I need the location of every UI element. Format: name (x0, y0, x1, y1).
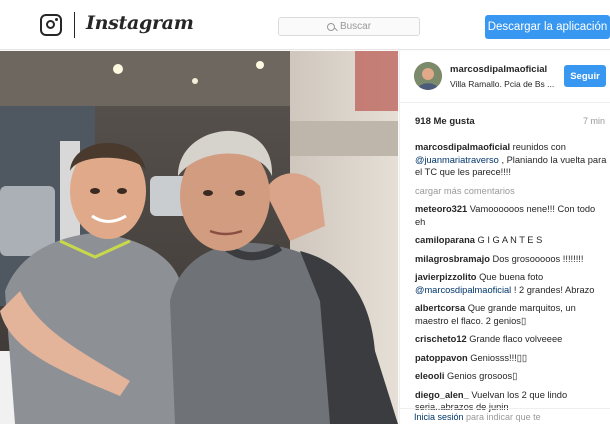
post-location[interactable]: Villa Ramallo. Pcia de Bs ... (450, 79, 560, 89)
comment: javierpizzolito Que buena foto @marcosdi… (415, 271, 607, 296)
caption-mention[interactable]: @juanmariatraverso (415, 155, 499, 165)
search-icon (326, 22, 335, 31)
likes-count[interactable]: 918 Me gusta (415, 116, 475, 127)
login-prompt: Inicia sesión para indicar que te (400, 408, 610, 424)
comment: milagrosbramajo Dos grosooooos !!!!!!!! (415, 253, 607, 266)
comment-username[interactable]: eleooli (415, 371, 444, 381)
likes-row: 918 Me gusta 7 min (415, 116, 605, 130)
logo-divider (74, 12, 75, 38)
comment: meteoro321 Vamoooooos nene!!! Con todo e… (415, 203, 607, 228)
download-app-button[interactable]: Descargar la aplicación (485, 15, 610, 39)
comment-username[interactable]: javierpizzolito (415, 272, 476, 282)
comment-text: G I G A N T E S (474, 235, 543, 245)
login-link[interactable]: Inicia sesión (414, 412, 464, 422)
post-side-panel: marcosdipalmaoficial Villa Ramallo. Pcia… (399, 51, 610, 424)
comment-text: Dos grosooooos !!!!!!!! (489, 253, 584, 264)
caption-username[interactable]: marcosdipalmaoficial (415, 142, 510, 152)
login-prompt-text: para indicar que te (463, 412, 541, 422)
caption: marcosdipalmaoficial reunidos con @juanm… (415, 141, 607, 179)
comment: albertcorsa Que grande marquitos, un mae… (415, 302, 607, 327)
comments-list: marcosdipalmaoficial reunidos con @juanm… (415, 141, 607, 420)
post-header: marcosdipalmaoficial Villa Ramallo. Pcia… (400, 51, 610, 103)
comment: crischeto12 Grande flaco volveeee (415, 333, 607, 346)
caption-text-pre: reunidos con (510, 142, 566, 152)
search-input[interactable]: Buscar (278, 17, 420, 36)
photo-illustration (0, 51, 398, 424)
comment-username[interactable]: albertcorsa (415, 303, 465, 313)
comment: camiloparana G I G A N T E S (415, 234, 607, 247)
comment-username[interactable]: milagrosbramajo (415, 254, 490, 264)
comment-text: Geniosss!!!▯▯ (467, 352, 528, 363)
comment: patoppavon Geniosss!!!▯▯ (415, 352, 607, 365)
comment-text-after: ! 2 grandes! Abrazo (511, 284, 595, 295)
comment: eleooli Genios grosoos▯ (415, 370, 607, 383)
post-time[interactable]: 7 min (583, 116, 605, 126)
post-photo[interactable] (0, 51, 398, 424)
comment-text: Genios grosoos▯ (444, 371, 518, 381)
comment-text: Que buena foto (476, 272, 544, 282)
top-bar: Instagram Buscar Descargar la aplicación (0, 0, 610, 50)
load-more-comments-link[interactable]: cargar más comentarios (415, 185, 607, 198)
avatar[interactable] (414, 62, 442, 90)
comment-username[interactable]: camiloparana (415, 235, 475, 245)
comment-mention[interactable]: @marcosdipalmaoficial (415, 285, 511, 295)
comment-username[interactable]: diego_alen_ (415, 390, 469, 400)
search-placeholder: Buscar (339, 21, 372, 32)
comment-text: Grande flaco volveeee (466, 334, 563, 344)
comment-username[interactable]: patoppavon (415, 353, 468, 363)
comment-username[interactable]: meteoro321 (415, 204, 467, 214)
post-username[interactable]: marcosdipalmaoficial (450, 64, 547, 75)
follow-button[interactable]: Seguir (564, 65, 606, 87)
instagram-wordmark[interactable]: Instagram (86, 12, 194, 34)
instagram-camera-icon[interactable] (40, 14, 62, 36)
comment-username[interactable]: crischeto12 (415, 334, 467, 344)
